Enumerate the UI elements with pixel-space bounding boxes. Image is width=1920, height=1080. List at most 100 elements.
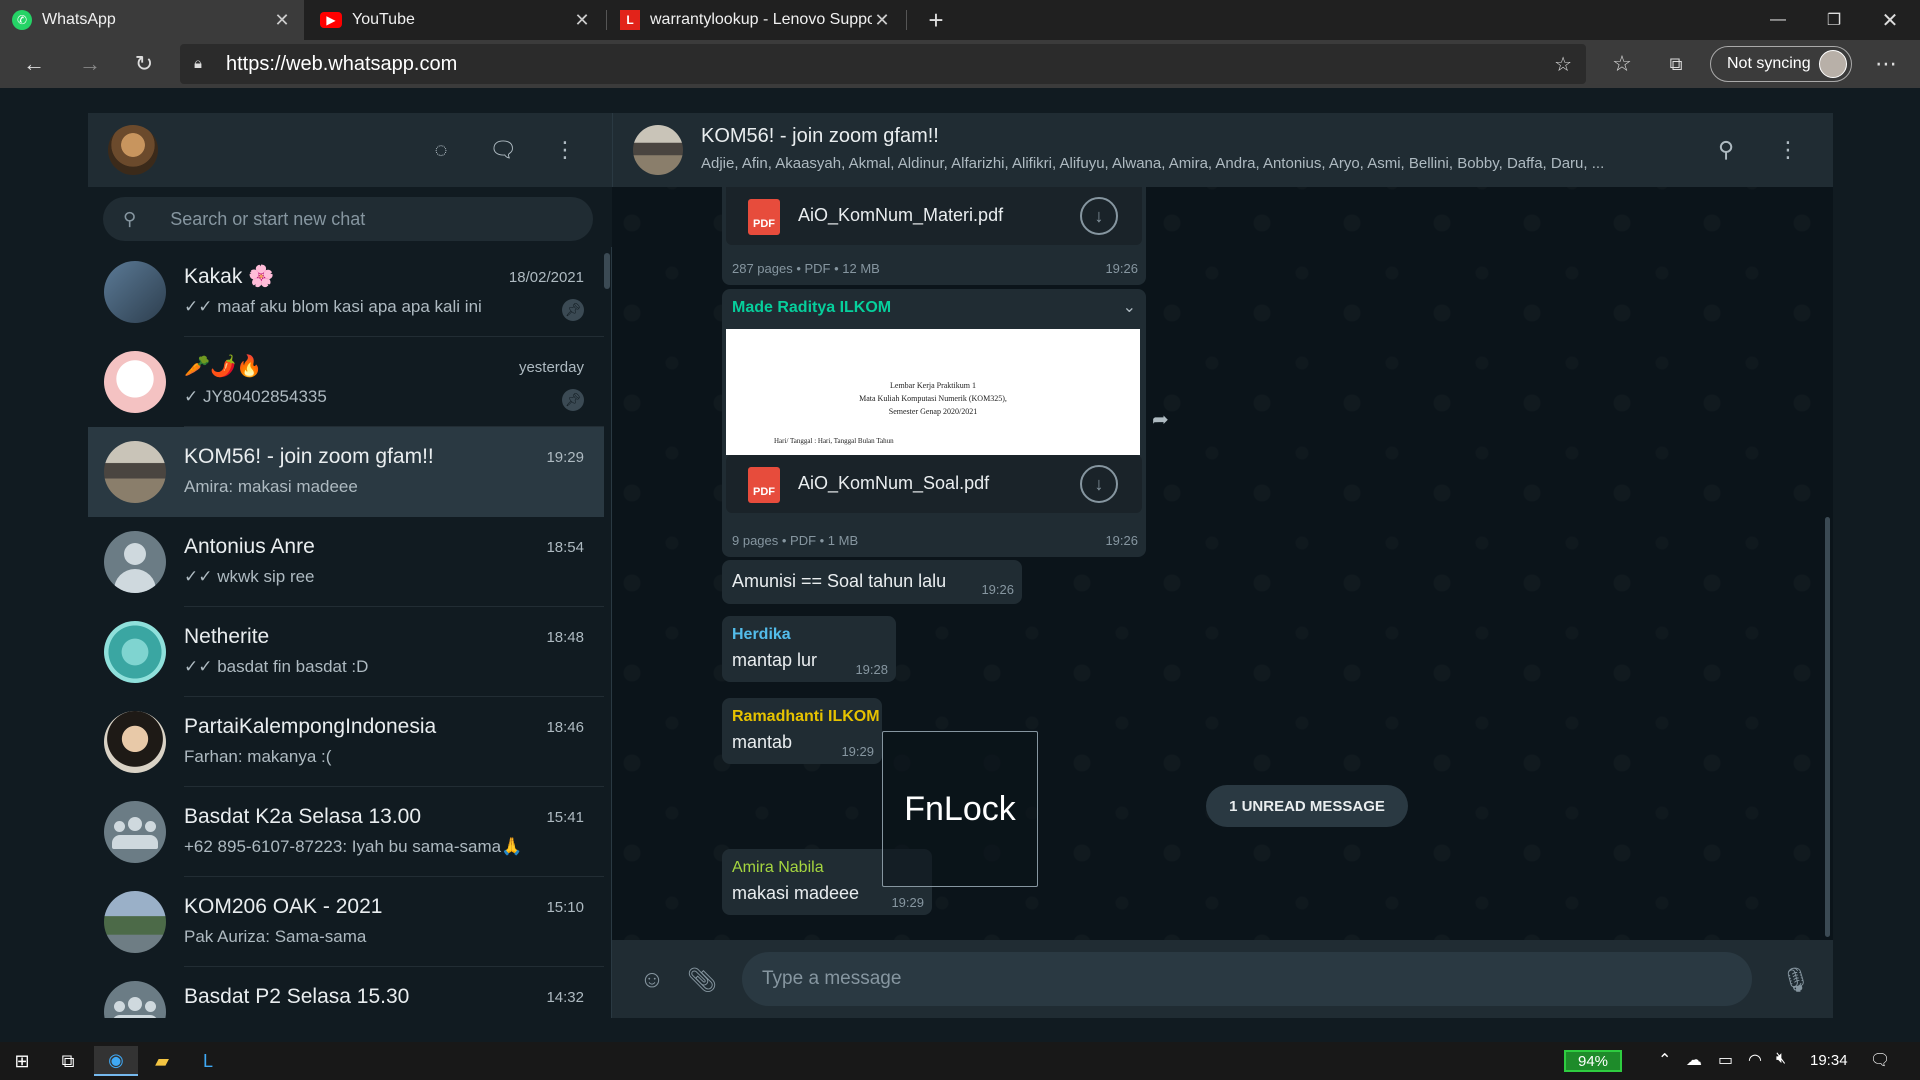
tab-lenovo[interactable]: L warrantylookup - Lenovo Suppo ✕ [608, 0, 904, 40]
restore-button[interactable]: ❐ [1806, 0, 1862, 40]
conversation-scrollbar[interactable] [1825, 517, 1830, 937]
chevron-down-icon[interactable]: ⌄ [1123, 297, 1136, 317]
chat-time: 18:46 [546, 719, 584, 736]
avatar [104, 711, 166, 773]
lenovo-vantage-icon[interactable]: L [186, 1046, 230, 1076]
lock-icon: 🔒︎ [194, 55, 202, 72]
sync-label: Not syncing [1727, 55, 1811, 72]
document-preview[interactable]: Lembar Kerja Praktikum 1 Mata Kuliah Kom… [726, 329, 1140, 455]
forward-icon[interactable]: ➦ [1152, 407, 1169, 432]
text-message[interactable]: Amunisi == Soal tahun lalu 19:26 [722, 560, 1022, 604]
menu-icon[interactable]: ⋮ [1773, 135, 1803, 165]
new-tab-button[interactable]: + [916, 0, 956, 40]
new-chat-icon[interactable]: 🗨︎ [488, 135, 518, 165]
search-box[interactable]: ⚲ [103, 197, 593, 241]
minimize-button[interactable]: — [1750, 0, 1806, 40]
collections-icon[interactable]: ⧉ [1658, 46, 1694, 82]
group-avatar [104, 981, 166, 1018]
search-input[interactable] [170, 208, 551, 230]
avatar [104, 531, 166, 593]
sender-name: Amira Nabila [732, 859, 824, 876]
chat-time: 15:41 [546, 809, 584, 826]
chat-last-message: Amira: makasi madeee [184, 477, 358, 496]
chat-list-item[interactable]: PartaiKalempongIndonesia 18:46 Farhan: m… [88, 697, 604, 787]
onedrive-icon[interactable]: ☁ [1686, 1050, 1702, 1070]
search-icon[interactable]: ⚲ [1711, 135, 1741, 165]
download-icon[interactable]: ↓ [1080, 465, 1118, 503]
chat-list-item[interactable]: Antonius Anre 18:54 ✓✓ wkwk sip ree [88, 517, 604, 607]
group-avatar[interactable] [633, 125, 683, 175]
document-message[interactable]: Made Raditya ILKOM ⌄ Lembar Kerja Prakti… [722, 289, 1146, 557]
sender-name: Made Raditya ILKOM [732, 299, 892, 316]
chat-name: Netherite [184, 625, 270, 648]
chat-last-message: ✓✓ basdat fin basdat :D [184, 657, 369, 676]
youtube-icon: ▶ [320, 12, 342, 28]
chat-list-item[interactable]: Basdat P2 Selasa 15.30 14:32 [88, 967, 604, 1018]
unread-messages-pill[interactable]: 1 UNREAD MESSAGE [1206, 785, 1408, 827]
message-time: 19:26 [1105, 261, 1138, 276]
battery-icon[interactable]: ▭ [1718, 1050, 1733, 1070]
attach-icon[interactable]: 📎︎ [686, 964, 718, 996]
chat-list-item[interactable]: Basdat K2a Selasa 13.00 15:41 +62 895-61… [88, 787, 604, 877]
chat-list-item[interactable]: 🥕🌶️🔥 yesterday ✓ JY80402854335 📌︎ [88, 337, 604, 427]
download-icon[interactable]: ↓ [1080, 197, 1118, 235]
menu-icon[interactable]: ⋮ [550, 135, 580, 165]
task-view-icon[interactable]: ⧉ [46, 1046, 90, 1076]
close-tab-icon[interactable]: ✕ [872, 10, 892, 31]
document-message[interactable]: PDF AiO_KomNum_Materi.pdf ↓ 287 pages • … [722, 187, 1146, 285]
chat-time: 15:10 [546, 899, 584, 916]
tab-title: warrantylookup - Lenovo Suppo [650, 11, 872, 28]
volume-icon[interactable]: 🔇︎ [1776, 1050, 1786, 1068]
chat-list-item-selected[interactable]: KOM56! - join zoom gfam!! 19:29 Amira: m… [88, 427, 604, 517]
sidebar-header: ◌ 🗨︎ ⋮ [88, 113, 612, 187]
sender-name: Herdika [732, 626, 791, 643]
chat-sidebar: ◌ 🗨︎ ⋮ ⚲ Kakak 🌸 18/02/2021 ✓✓ maaf aku … [88, 113, 612, 1018]
close-tab-icon[interactable]: ✕ [272, 10, 292, 31]
document-card[interactable]: PDF AiO_KomNum_Soal.pdf ↓ [726, 455, 1142, 513]
sender-name: Ramadhanti ILKOM [732, 708, 880, 725]
conversation-title: KOM56! - join zoom gfam!! [701, 125, 939, 147]
more-menu-icon[interactable]: ⋯ [1868, 46, 1904, 82]
tab-whatsapp[interactable]: ✆ WhatsApp ✕ [0, 0, 304, 40]
url-field[interactable]: 🔒︎ https://web.whatsapp.com ☆ [180, 44, 1586, 84]
status-icon[interactable]: ◌ [426, 135, 456, 165]
chat-last-message: ✓✓ maaf aku blom kasi apa apa kali ini [184, 297, 482, 316]
chat-list-item[interactable]: Netherite 18:48 ✓✓ basdat fin basdat :D [88, 607, 604, 697]
chat-list-item[interactable]: Kakak 🌸 18/02/2021 ✓✓ maaf aku blom kasi… [88, 247, 604, 337]
document-meta: 287 pages • PDF • 12 MB [732, 261, 880, 276]
forward-button[interactable]: → [72, 46, 108, 82]
close-tab-icon[interactable]: ✕ [572, 10, 592, 31]
message-input[interactable] [742, 952, 1752, 1006]
my-avatar[interactable] [108, 125, 158, 175]
chat-list-item[interactable]: KOM206 OAK - 2021 15:10 Pak Auriza: Sama… [88, 877, 604, 967]
chat-time: 18:48 [546, 629, 584, 646]
close-window-button[interactable]: ✕ [1862, 0, 1918, 40]
message-text: mantap lur [732, 650, 818, 670]
wifi-icon[interactable]: ◠ [1748, 1050, 1762, 1070]
file-explorer-icon[interactable]: ▰ [140, 1046, 184, 1076]
add-favorite-icon[interactable]: ☆ [1554, 52, 1572, 77]
favorites-icon[interactable]: ☆ [1604, 46, 1640, 82]
show-hidden-icons[interactable]: ⌃ [1658, 1050, 1671, 1070]
edge-icon[interactable]: ◉ [94, 1046, 138, 1076]
battery-indicator[interactable]: 94% [1564, 1050, 1622, 1072]
emoji-icon[interactable]: ☺ [636, 964, 668, 996]
back-button[interactable]: ← [16, 46, 52, 82]
preview-line: Hari/ Tanggal : Hari, Tanggal Bulan Tahu… [774, 437, 894, 445]
chat-name: Kakak 🌸 [184, 265, 275, 288]
document-meta: 9 pages • PDF • 1 MB [732, 533, 859, 548]
document-card[interactable]: PDF AiO_KomNum_Materi.pdf ↓ [726, 187, 1142, 245]
page-viewport: ◌ 🗨︎ ⋮ ⚲ Kakak 🌸 18/02/2021 ✓✓ maaf aku … [0, 88, 1920, 1042]
notification-icon[interactable]: 🗨︎ [1870, 1050, 1890, 1070]
conversation-header[interactable]: KOM56! - join zoom gfam!! Adjie, Afin, A… [612, 113, 1833, 187]
text-message[interactable]: Ramadhanti ILKOM mantab 19:29 [722, 698, 882, 764]
sidebar-scrollbar[interactable] [604, 253, 610, 289]
tab-youtube[interactable]: ▶ YouTube ✕ [308, 0, 604, 40]
text-message[interactable]: Herdika mantap lur 19:28 [722, 616, 896, 682]
profile-sync-button[interactable]: Not syncing [1710, 46, 1852, 82]
refresh-button[interactable]: ↻ [126, 46, 162, 82]
microphone-icon[interactable]: 🎙︎ [1780, 964, 1812, 996]
start-icon[interactable]: ⊞ [0, 1046, 44, 1076]
tab-divider [906, 10, 907, 30]
clock[interactable]: 19:34 [1810, 1052, 1848, 1069]
